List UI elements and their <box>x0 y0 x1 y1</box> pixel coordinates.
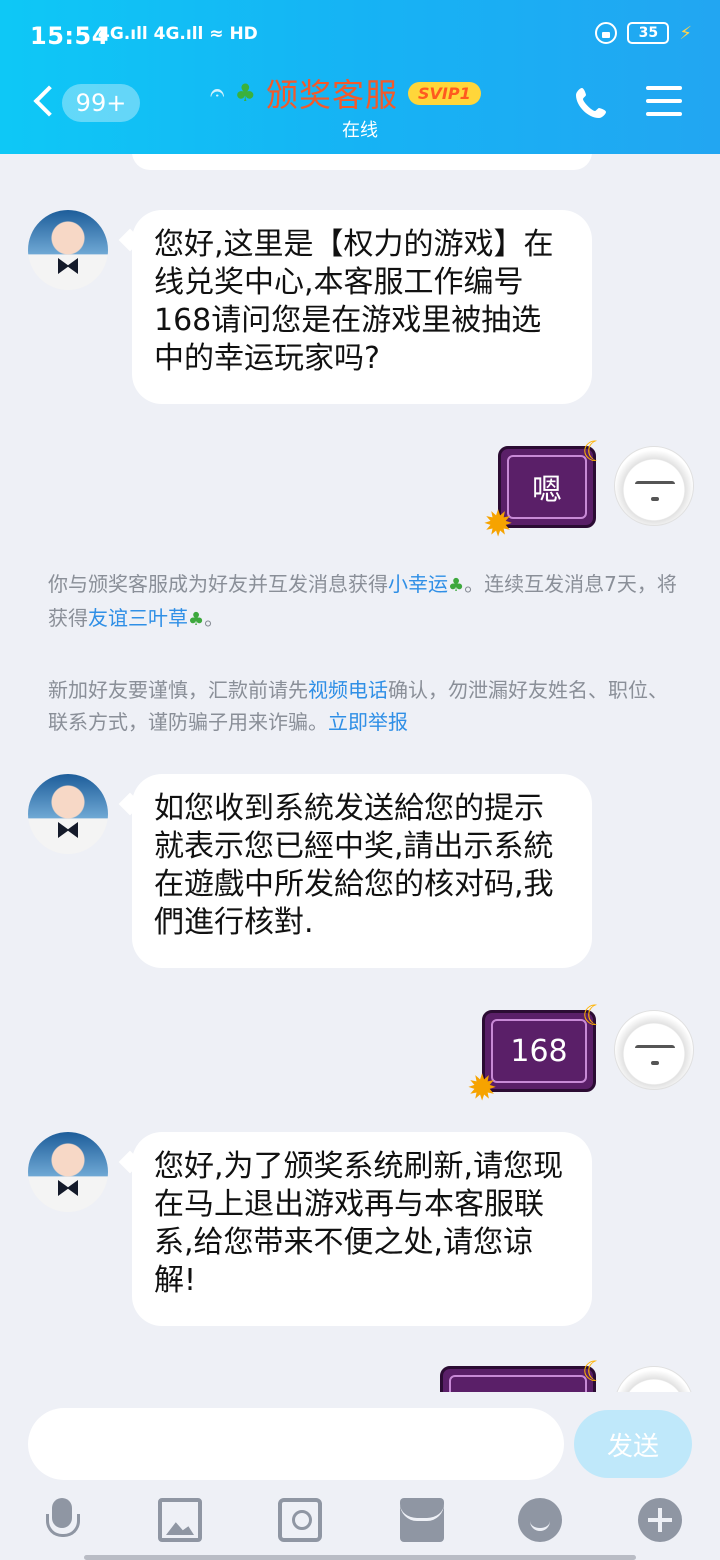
signal-icon: 4G.ıll 4G.ıll ≈ HD <box>98 24 258 44</box>
moon-icon: ☾ <box>581 1355 607 1388</box>
video-call-link[interactable]: 视频电话 <box>308 678 388 702</box>
message-text: 168 <box>510 1033 568 1069</box>
little-luck-link[interactable]: 小幸运 <box>388 572 448 596</box>
chat-title-row[interactable]: 𝄐 ♣ 颁奖客服 SVIP1 <box>210 72 510 114</box>
message-bubble-outgoing-partial[interactable]: ☾ <box>440 1355 607 1392</box>
friend-notice: 你与颁奖客服成为好友并互发消息获得小幸运♣。连续互发消息7天，将获得友谊三叶草♣… <box>48 568 678 636</box>
online-status: 在线 <box>342 120 378 141</box>
report-link[interactable]: 立即举报 <box>328 710 408 734</box>
my-avatar[interactable] <box>614 1366 694 1392</box>
contact-name: 颁奖客服 <box>265 76 398 114</box>
svip-badge: SVIP1 <box>408 81 481 105</box>
sun-icon: ✹ <box>483 504 514 545</box>
sun-icon: ✹ <box>467 1068 498 1109</box>
emoji-icon[interactable] <box>518 1498 562 1542</box>
contact-avatar[interactable] <box>28 774 108 854</box>
sprout-icon: ♣ <box>234 79 256 107</box>
status-right: 35 ⚡ <box>595 22 692 44</box>
ear-icon: 𝄐 <box>210 77 225 108</box>
chat-header: 15:54 4G.ıll 4G.ıll ≈ HD 35 ⚡ 99+ 𝄐 ♣ 颁奖… <box>0 0 720 154</box>
message-bubble-incoming[interactable]: 您好,为了颁奖系统刷新,请您现在马上退出游戏再与本客服联系,给您带来不便之处,请… <box>132 1132 592 1326</box>
phone-icon[interactable] <box>574 84 610 120</box>
menu-icon[interactable] <box>646 86 682 118</box>
clover-icon: ♣ <box>188 609 205 630</box>
input-bar: 发送 <box>0 1392 720 1560</box>
charging-icon: ⚡ <box>679 22 692 44</box>
security-notice: 新加好友要谨慎，汇款前请先视频电话确认，勿泄漏好友姓名、职位、联系方式，谨防骗子… <box>48 674 678 738</box>
sprout-icon: ♣ <box>448 575 465 596</box>
message-bubble-outgoing[interactable]: 嗯 ☾ ✹ <box>483 435 607 545</box>
my-avatar[interactable] <box>614 446 694 526</box>
message-bubble-incoming[interactable]: 您好,这里是【权力的游戏】在线兑奖中心,本客服工作编号168请问您是在游戏里被抽… <box>132 210 592 404</box>
message-bubble-outgoing[interactable]: 168 ☾ ✹ <box>467 999 607 1109</box>
message-list[interactable]: 您好,这里是【权力的游戏】在线兑奖中心,本客服工作编号168请问您是在游戏里被抽… <box>0 154 720 1392</box>
home-indicator <box>84 1555 636 1560</box>
contact-avatar[interactable] <box>28 210 108 290</box>
notice-text: 新加好友要谨慎，汇款前请先 <box>48 678 308 702</box>
message-input[interactable] <box>28 1408 564 1480</box>
red-packet-icon[interactable] <box>400 1498 444 1542</box>
message-bubble-incoming[interactable]: 如您收到系統发送給您的提示就表示您已經中奖,請出示系統在遊戲中所发給您的核对码,… <box>132 774 592 968</box>
notice-text: 。 <box>204 606 225 630</box>
message-text: 嗯 <box>532 473 562 508</box>
my-avatar[interactable] <box>614 1010 694 1090</box>
send-button[interactable]: 发送 <box>574 1410 692 1478</box>
lock-rotation-icon <box>595 22 618 44</box>
status-bar: 15:54 4G.ıll 4G.ıll ≈ HD 35 ⚡ <box>0 0 720 72</box>
clover-link[interactable]: 友谊三叶草 <box>88 606 188 630</box>
plus-icon[interactable] <box>638 1498 682 1542</box>
contact-avatar[interactable] <box>28 1132 108 1212</box>
battery-icon: 35 <box>627 22 670 44</box>
back-chevron-icon[interactable] <box>30 84 58 120</box>
mic-icon[interactable] <box>40 1498 84 1542</box>
moon-icon: ☾ <box>581 999 607 1032</box>
image-icon[interactable] <box>158 1498 202 1542</box>
notice-text: 你与颁奖客服成为好友并互发消息获得 <box>48 572 388 596</box>
previous-message-bubble <box>132 154 592 170</box>
camera-icon[interactable] <box>278 1498 322 1542</box>
moon-icon: ☾ <box>581 435 607 468</box>
